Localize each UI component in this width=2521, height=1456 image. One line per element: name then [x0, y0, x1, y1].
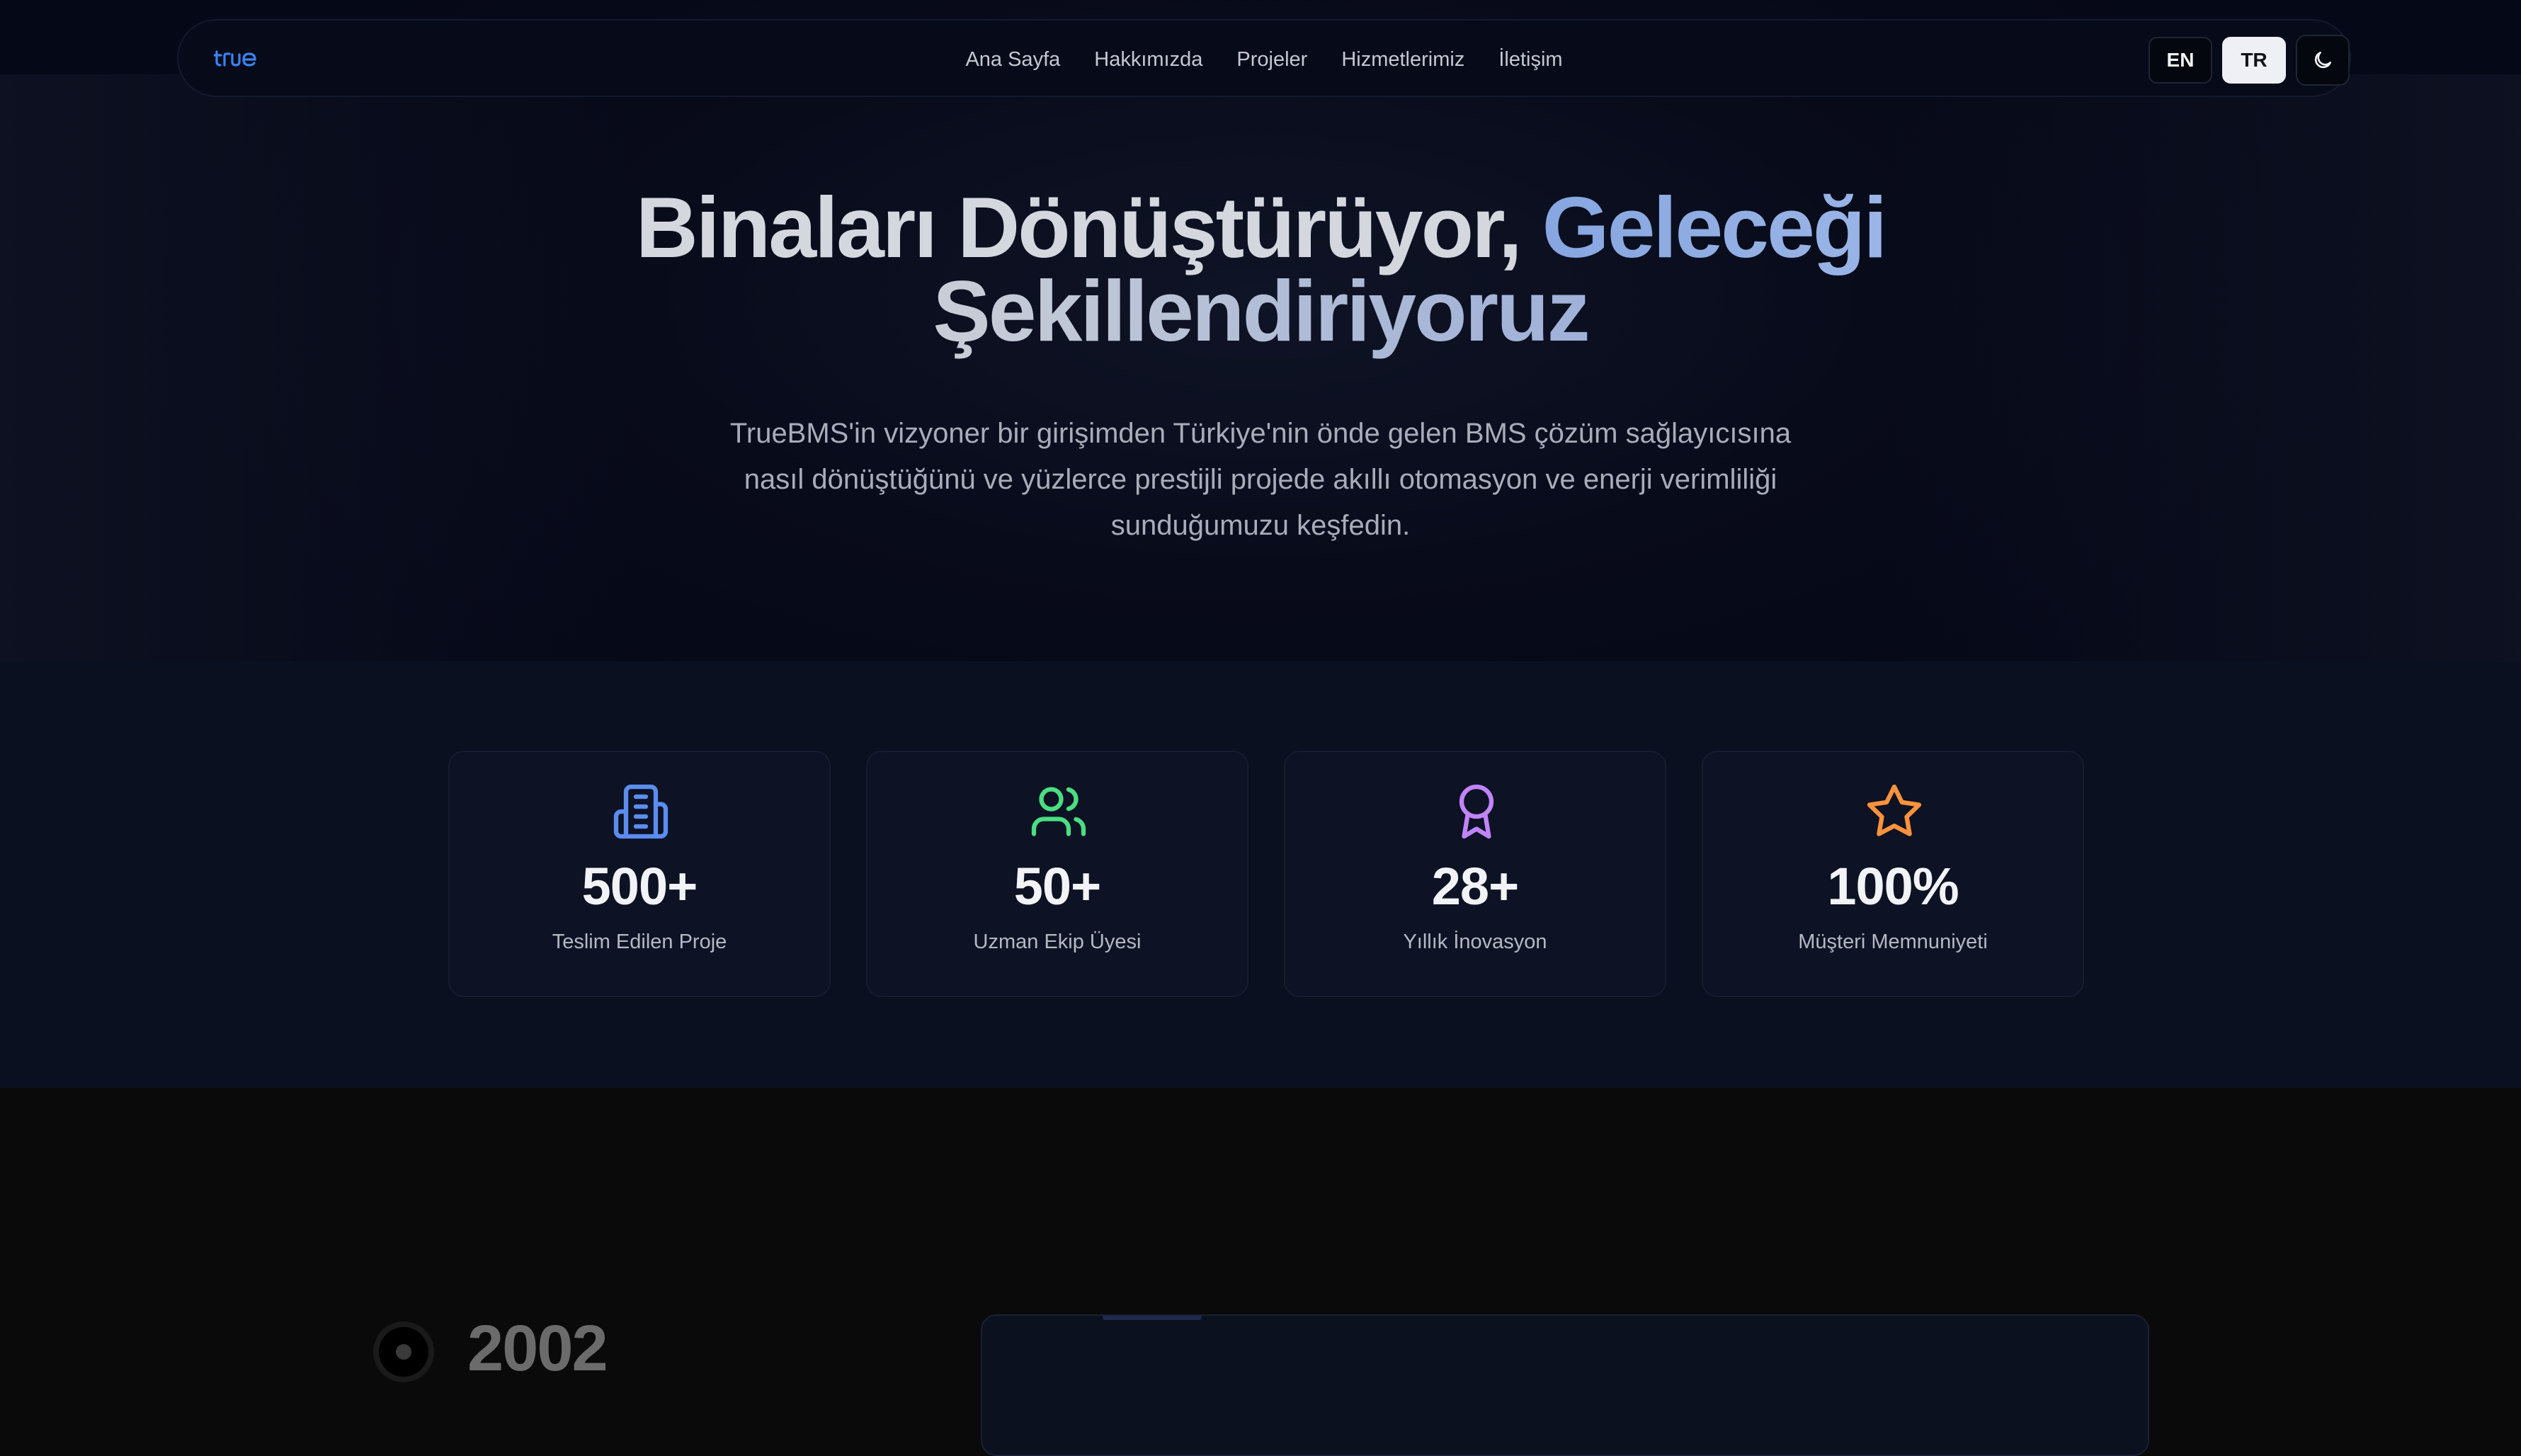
- hero-title-part1: Binaları Dönüştürüyor,: [635, 179, 1542, 275]
- stat-value: 100%: [1827, 857, 1959, 916]
- stat-label: Teslim Edilen Proje: [552, 931, 727, 953]
- hero-side-shade: [0, 74, 2521, 661]
- stat-card-satisfaction: 100% Müşteri Memnuniyeti: [1702, 751, 2084, 997]
- theme-toggle-button[interactable]: [2296, 35, 2350, 86]
- timeline-dot: [373, 1321, 434, 1382]
- hero-title-accent: Geleceği: [1542, 179, 1888, 275]
- stat-value: 28+: [1431, 857, 1520, 916]
- hero-title: Binaları Dönüştürüyor, Geleceği Şekillend…: [0, 184, 2521, 354]
- stat-grid: 500+ Teslim Edilen Proje 50+ Uzman Ekip …: [448, 751, 2084, 997]
- building-icon: [613, 784, 668, 839]
- stat-value: 500+: [581, 857, 698, 916]
- stat-card-innovation: 28+ Yıllık İnovasyon: [1284, 751, 1666, 997]
- hero-title-line2: Şekillendiriyoruz: [933, 263, 1590, 359]
- stat-label: Müşteri Memnuniyeti: [1798, 931, 1988, 953]
- logo[interactable]: [212, 46, 263, 72]
- timeline-card: [981, 1314, 2149, 1456]
- stat-label: Uzman Ekip Üyesi: [973, 931, 1142, 953]
- star-icon: [1867, 784, 1922, 836]
- nav-link-projects[interactable]: Projeler: [1219, 48, 1324, 72]
- lang-tr-button[interactable]: TR: [2222, 37, 2286, 84]
- users-icon: [1031, 787, 1086, 836]
- award-icon: [1459, 784, 1494, 839]
- nav-link-about[interactable]: Hakkımızda: [1077, 48, 1219, 72]
- nav-link-contact[interactable]: İletişim: [1481, 48, 1579, 72]
- stat-value: 50+: [1013, 857, 1102, 916]
- timeline-card-accent: [1103, 1316, 1202, 1320]
- navbar: Ana Sayfa Hakkımızda Projeler Hizmetleri…: [177, 19, 2351, 97]
- stat-card-team: 50+ Uzman Ekip Üyesi: [866, 751, 1248, 997]
- nav-links: Ana Sayfa Hakkımızda Projeler Hizmetleri…: [178, 21, 2350, 98]
- moon-icon: [2314, 52, 2331, 69]
- nav-link-services[interactable]: Hizmetlerimiz: [1324, 48, 1481, 72]
- timeline-year: 2002: [467, 1312, 608, 1384]
- stat-label: Yıllık İnovasyon: [1403, 931, 1547, 953]
- nav-actions: EN TR: [2149, 35, 2350, 86]
- stats-section: 500+ Teslim Edilen Proje 50+ Uzman Ekip …: [0, 661, 2521, 1088]
- lang-en-button[interactable]: EN: [2149, 37, 2212, 84]
- nav-link-home[interactable]: Ana Sayfa: [948, 48, 1077, 72]
- hero-subtitle: TrueBMS'in vizyoner bir girişimden Türki…: [729, 418, 1792, 541]
- stat-card-projects: 500+ Teslim Edilen Proje: [448, 751, 831, 997]
- logo-icon: [212, 50, 256, 67]
- timeline-section: 2002: [0, 1088, 2521, 1456]
- hero-section: Ana Sayfa Hakkımızda Projeler Hizmetleri…: [0, 0, 2521, 661]
